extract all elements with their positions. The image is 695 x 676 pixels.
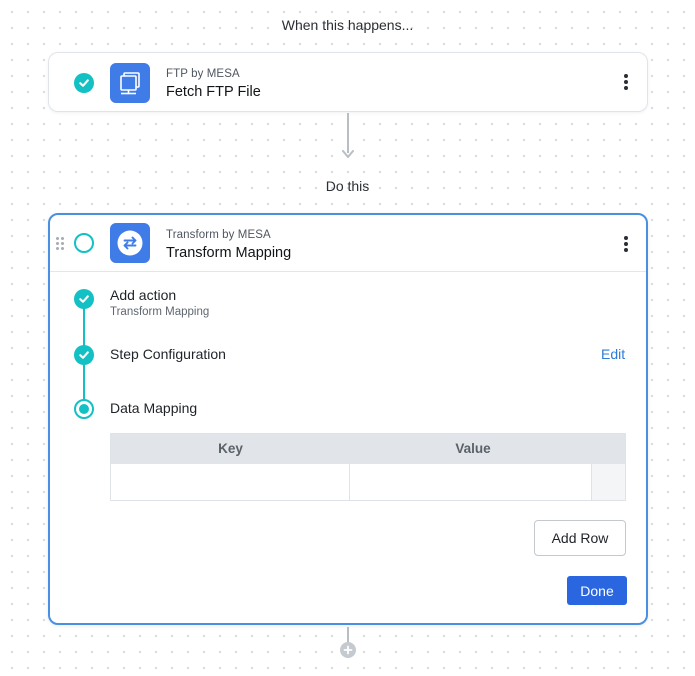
mapping-column-key: Key (218, 441, 243, 456)
step-incomplete-circle-icon (74, 233, 94, 253)
action-step-card[interactable]: Transform by MESA Transform Mapping Add … (48, 213, 648, 625)
data-mapping-table: Key Value (110, 433, 626, 501)
action-action-name: Transform Mapping (166, 245, 292, 261)
mapping-key-cell (111, 464, 350, 500)
done-button[interactable]: Done (567, 576, 627, 605)
add-row-button[interactable]: Add Row (534, 520, 626, 556)
add-step-plus-icon[interactable] (340, 642, 356, 658)
trigger-action-name: Fetch FTP File (166, 84, 261, 100)
mapping-key-input[interactable] (111, 464, 349, 500)
action-app-name: Transform by MESA (166, 229, 271, 241)
step-add-action-sublabel: Transform Mapping (110, 306, 210, 318)
step-complete-check-icon (74, 289, 94, 309)
trigger-more-options-icon[interactable] (619, 72, 633, 92)
trigger-app-name: FTP by MESA (166, 68, 240, 80)
table-row (111, 464, 625, 500)
step-complete-check-icon (74, 73, 94, 93)
action-more-options-icon[interactable] (619, 234, 633, 254)
step-data-mapping-label: Data Mapping (110, 400, 198, 416)
step-complete-check-icon (74, 345, 94, 365)
flow-connector-line (347, 627, 349, 643)
mapping-row-actions-cell[interactable] (592, 464, 625, 500)
transform-arrows-icon (110, 223, 150, 263)
step-progress-line (83, 308, 85, 346)
mapping-column-value: Value (455, 441, 491, 456)
flow-connector-line (347, 113, 349, 153)
card-header-divider (50, 271, 646, 272)
mapping-table-header: Key Value (111, 434, 625, 464)
mapping-value-cell (350, 464, 592, 500)
action-section-title: Do this (325, 178, 370, 194)
mapping-value-input[interactable] (350, 464, 591, 500)
flow-arrow-down-icon (342, 150, 354, 158)
trigger-section-title: When this happens... (281, 17, 414, 33)
drag-handle-icon[interactable] (56, 237, 64, 250)
edit-configuration-link[interactable]: Edit (601, 346, 625, 362)
step-add-action-label[interactable]: Add action (110, 287, 176, 303)
step-active-radio-icon (74, 399, 94, 419)
ftp-server-icon (110, 63, 150, 103)
trigger-step-card[interactable]: FTP by MESA Fetch FTP File (48, 52, 648, 112)
step-progress-line (83, 365, 85, 401)
step-configuration-label[interactable]: Step Configuration (110, 346, 226, 362)
